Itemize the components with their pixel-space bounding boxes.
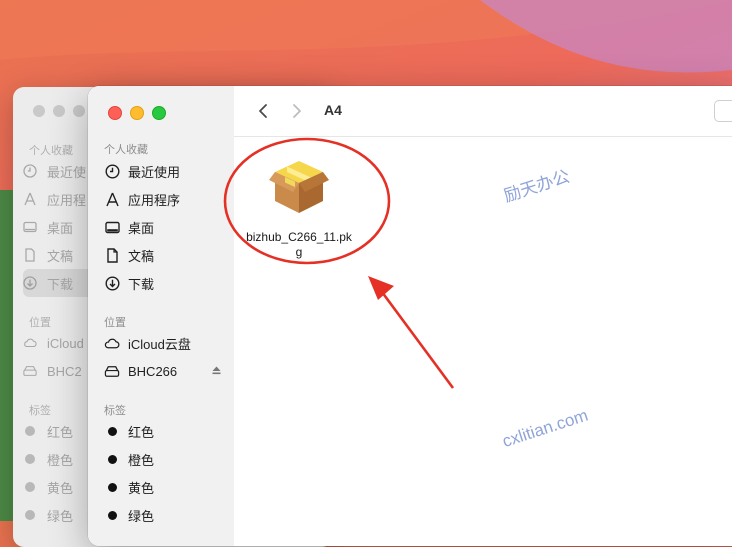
sidebar-item-label: iCloud云盘 xyxy=(128,336,191,352)
back-close-button[interactable] xyxy=(33,105,45,117)
document-icon xyxy=(23,248,37,262)
back-section-tags: 标签 xyxy=(29,405,51,417)
tag-label: 红色 xyxy=(128,424,155,440)
back-window-controls[interactable] xyxy=(33,105,85,117)
sidebar-item-documents[interactable]: 文稿 xyxy=(104,243,224,267)
back-tag-label: 黄色 xyxy=(47,480,74,496)
window-title: A4 xyxy=(324,102,342,118)
desktop-icon xyxy=(104,219,120,235)
tag-label: 黄色 xyxy=(128,480,155,496)
eject-icon[interactable] xyxy=(211,364,222,379)
tag-dot xyxy=(25,510,35,520)
back-minimize-button[interactable] xyxy=(53,105,65,117)
sidebar-item-label: 桌面 xyxy=(128,220,155,236)
back-sidebar-label: 最近使 xyxy=(47,164,87,180)
section-tags: 标签 xyxy=(104,405,126,417)
chevron-right-icon xyxy=(293,104,301,118)
back-button[interactable] xyxy=(254,102,272,120)
tag-yellow[interactable]: 黄色 xyxy=(104,475,224,499)
clock-icon xyxy=(23,164,37,178)
clock-icon xyxy=(104,163,120,179)
sidebar-item-icloud[interactable]: iCloud云盘 xyxy=(104,331,224,355)
tag-dot xyxy=(25,482,35,492)
drive-icon xyxy=(104,363,120,379)
back-sidebar-label: iCloud xyxy=(47,335,84,351)
minimize-button[interactable] xyxy=(130,106,144,120)
annotation-circle xyxy=(223,137,391,265)
back-tag-label: 橙色 xyxy=(47,452,74,468)
back-sidebar-label: 文稿 xyxy=(47,248,74,264)
tag-dot xyxy=(25,454,35,464)
sidebar-item-applications[interactable]: 应用程序 xyxy=(104,187,224,211)
tag-orange[interactable]: 橙色 xyxy=(104,447,224,471)
download-icon xyxy=(104,275,120,291)
sidebar-item-bhc266[interactable]: BHC266 xyxy=(104,359,224,383)
sidebar-item-desktop[interactable]: 桌面 xyxy=(104,215,224,239)
desktop-icon xyxy=(23,220,37,234)
tag-dot xyxy=(107,454,117,464)
back-sidebar-label: 桌面 xyxy=(47,220,74,236)
back-section-locations: 位置 xyxy=(29,317,51,329)
window-controls xyxy=(108,106,166,120)
back-section-favorites: 个人收藏 xyxy=(29,145,73,157)
apps-icon xyxy=(23,192,37,206)
sidebar-item-label: 下载 xyxy=(128,276,155,292)
back-maximize-button[interactable] xyxy=(73,105,85,117)
document-icon xyxy=(104,247,120,263)
tag-dot xyxy=(25,426,35,436)
tag-label: 橙色 xyxy=(128,452,155,468)
sidebar: 个人收藏 最近使用 应用程序 桌面 文稿 下载 位置 iCloud云盘 BHC2… xyxy=(88,86,235,546)
sidebar-item-recents[interactable]: 最近使用 xyxy=(104,159,224,183)
section-favorites: 个人收藏 xyxy=(104,144,148,156)
tag-dot xyxy=(107,426,117,436)
back-sidebar-label: 下载 xyxy=(47,276,74,292)
apps-icon xyxy=(104,191,120,207)
back-sidebar-label: 应用程 xyxy=(47,192,87,208)
forward-button[interactable] xyxy=(288,102,306,120)
sidebar-item-downloads[interactable]: 下载 xyxy=(104,271,224,295)
chevron-left-icon xyxy=(259,104,267,118)
sidebar-item-label: 文稿 xyxy=(128,248,155,264)
drive-icon xyxy=(23,364,37,378)
tag-dot xyxy=(107,510,117,520)
toolbar: A4 xyxy=(234,86,732,137)
tag-dot xyxy=(107,482,117,492)
tag-label: 绿色 xyxy=(128,508,155,524)
annotation-arrow xyxy=(368,276,455,389)
cloud-icon xyxy=(23,336,37,350)
tag-green[interactable]: 绿色 xyxy=(104,503,224,527)
sidebar-item-label: 最近使用 xyxy=(128,164,181,180)
back-sidebar-label: BHC2 xyxy=(47,363,82,379)
sidebar-item-label: BHC266 xyxy=(128,363,178,379)
cloud-icon xyxy=(104,335,120,351)
maximize-button[interactable] xyxy=(152,106,166,120)
download-icon xyxy=(23,276,37,290)
sidebar-item-label: 应用程序 xyxy=(128,192,181,208)
close-button[interactable] xyxy=(108,106,122,120)
view-mode-button[interactable] xyxy=(714,100,732,122)
section-locations: 位置 xyxy=(104,317,126,329)
tag-red[interactable]: 红色 xyxy=(104,419,224,443)
back-tag-label: 红色 xyxy=(47,424,74,440)
back-tag-label: 绿色 xyxy=(47,508,74,524)
